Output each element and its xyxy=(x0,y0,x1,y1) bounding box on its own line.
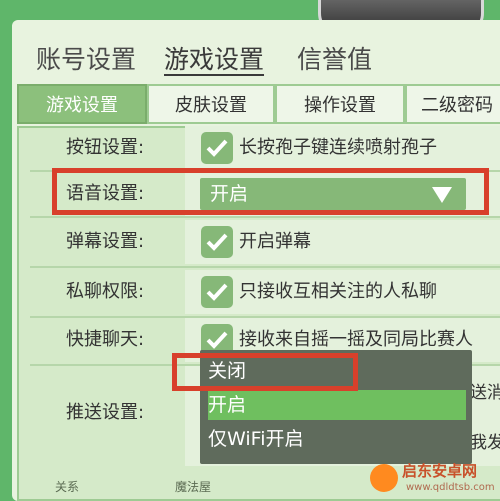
nav-magic-house[interactable]: 魔法屋 xyxy=(175,478,211,495)
highlight-frame-voice-row xyxy=(52,168,489,215)
subtab-game-settings[interactable]: 游戏设置 xyxy=(17,84,147,124)
watermark-logo-icon xyxy=(370,464,398,492)
checkmark-icon xyxy=(206,331,228,349)
subtab-control-settings[interactable]: 操作设置 xyxy=(275,84,405,124)
button-settings-body: 长按孢子键连续喷射孢子 xyxy=(185,126,500,170)
barrage-settings-text: 开启弹幕 xyxy=(239,231,311,252)
row-button-settings: 按钮设置: 长按孢子键连续喷射孢子 xyxy=(30,126,500,170)
push-settings-label: 推送设置: xyxy=(65,402,145,423)
quick-chat-label: 快捷聊天: xyxy=(65,329,145,350)
private-chat-checkbox[interactable] xyxy=(201,276,233,308)
private-chat-label: 私聊权限: xyxy=(65,281,145,302)
row-barrage-settings: 弹幕设置: 开启弹幕 xyxy=(30,220,500,264)
sub-tab-bar: 游戏设置 皮肤设置 操作设置 二级密码 xyxy=(17,84,500,126)
bottom-nav: 关系 魔法屋 xyxy=(50,478,350,498)
button-settings-text: 长按孢子键连续喷射孢子 xyxy=(239,137,437,158)
checkmark-icon xyxy=(206,139,228,157)
divider xyxy=(30,216,500,218)
push-settings-text-1: 送消息 xyxy=(470,383,500,403)
barrage-settings-label: 弹幕设置: xyxy=(65,231,145,252)
nav-relations[interactable]: 关系 xyxy=(55,478,79,495)
option-wifi-only[interactable]: 仅WiFi开启 xyxy=(208,424,466,454)
button-settings-checkbox[interactable] xyxy=(201,132,233,164)
subtab-secondary-password[interactable]: 二级密码 xyxy=(405,84,500,124)
row-private-chat: 私聊权限: 只接收互相关注的人私聊 xyxy=(30,270,500,314)
divider xyxy=(30,266,500,268)
watermark-title: 启东安卓网 xyxy=(402,462,478,480)
checkmark-icon xyxy=(206,283,228,301)
watermark: 启东安卓网 www.qdldtsb.com xyxy=(370,460,495,500)
private-chat-body: 只接收互相关注的人私聊 xyxy=(185,270,500,314)
barrage-settings-body: 开启弹幕 xyxy=(185,220,500,264)
option-on[interactable]: 开启 xyxy=(208,390,466,420)
tab-credit-score[interactable]: 信誉值 xyxy=(297,40,372,76)
barrage-settings-checkbox[interactable] xyxy=(201,226,233,258)
subtab-skin-settings[interactable]: 皮肤设置 xyxy=(147,84,275,124)
top-tab-bar: 账号设置 游戏设置 信誉值 xyxy=(0,40,500,82)
private-chat-text: 只接收互相关注的人私聊 xyxy=(239,281,437,302)
button-settings-label: 按钮设置: xyxy=(65,137,145,158)
checkmark-icon xyxy=(206,233,228,251)
highlight-frame-off-option xyxy=(172,353,358,391)
tab-game-settings[interactable]: 游戏设置 xyxy=(164,40,264,76)
tab-account-settings[interactable]: 账号设置 xyxy=(36,40,136,76)
watermark-url: www.qdldtsb.com xyxy=(406,482,495,493)
push-settings-text-2: 我发送 xyxy=(470,433,500,453)
